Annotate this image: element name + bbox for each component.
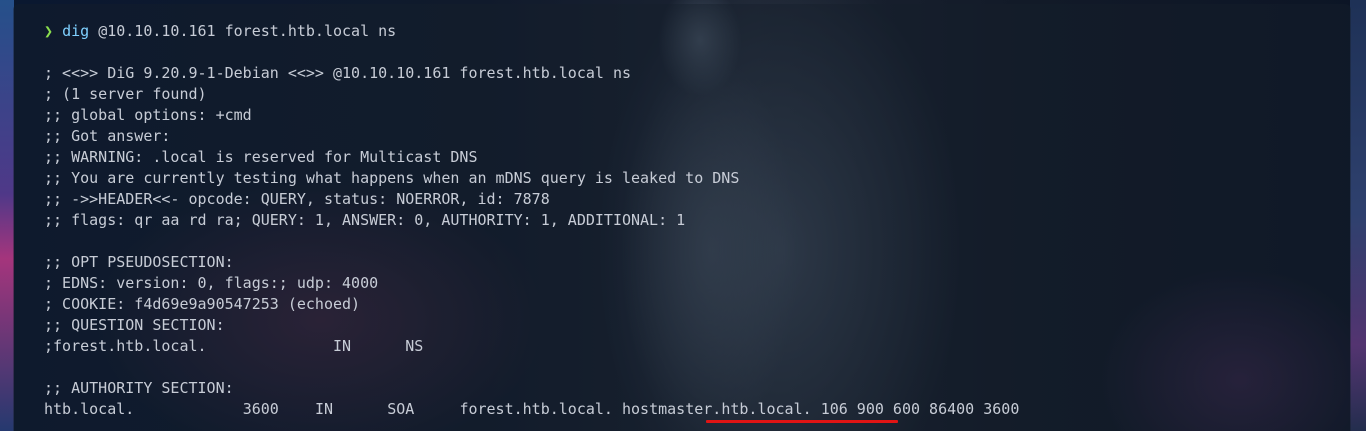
dig-banner: ; <<>> DiG 9.20.9-1-Debian <<>> @10.10.1… xyxy=(44,64,631,82)
mdns-leak-warning-line: ;; You are currently testing what happen… xyxy=(44,169,740,187)
cookie-line: ; COOKIE: f4d69e9a90547253 (echoed) xyxy=(44,295,361,313)
opt-section-title: ;; OPT PSEUDOSECTION: xyxy=(44,253,234,271)
authority-ttl: 3600 xyxy=(242,400,279,418)
question-name: ;forest.htb.local. xyxy=(44,337,207,355)
authority-class: IN xyxy=(314,400,333,418)
dns-flags-line: ;; flags: qr aa rd ra; QUERY: 1, ANSWER:… xyxy=(44,211,686,229)
dns-header-line: ;; ->>HEADER<<- opcode: QUERY, status: N… xyxy=(44,190,550,208)
global-options-line: ;; global options: +cmd xyxy=(44,106,252,124)
authority-type: SOA xyxy=(387,400,415,418)
mdns-warning-line: ;; WARNING: .local is reserved for Multi… xyxy=(44,148,478,166)
authority-name: htb.local. xyxy=(44,400,135,418)
wallpaper-right-glow xyxy=(1350,0,1366,431)
desktop-wallpaper: ❯ dig @10.10.10.161 forest.htb.local ns … xyxy=(0,0,1366,431)
highlight-underline xyxy=(706,420,898,423)
authority-section-title: ;; AUTHORITY SECTION: xyxy=(44,379,234,397)
question-type: NS xyxy=(405,337,424,355)
question-class: IN xyxy=(333,337,352,355)
terminal-output[interactable]: ❯ dig @10.10.10.161 forest.htb.local ns … xyxy=(44,21,1019,420)
authority-record: htb.local. 3600 IN SOA forest.htb.local.… xyxy=(44,399,1019,420)
question-record: ;forest.htb.local. IN NS xyxy=(44,336,1019,357)
command-name: dig xyxy=(62,22,90,40)
authority-rname: hostmaster.htb.local. xyxy=(622,400,812,418)
authority-soa-values: 106 900 600 86400 3600 xyxy=(820,400,1020,418)
command-line: ❯ dig @10.10.10.161 forest.htb.local ns xyxy=(44,21,1019,42)
got-answer-line: ;; Got answer: xyxy=(44,127,171,145)
question-section-title: ;; QUESTION SECTION: xyxy=(44,316,225,334)
wallpaper-left-glow xyxy=(0,0,14,431)
prompt-arrow-icon: ❯ xyxy=(44,22,54,40)
authority-mname: forest.htb.local. xyxy=(459,400,613,418)
edns-line: ; EDNS: version: 0, flags:; udp: 4000 xyxy=(44,274,379,292)
command-args: @10.10.10.161 forest.htb.local ns xyxy=(98,22,397,40)
servers-found-line: ; (1 server found) xyxy=(44,85,207,103)
